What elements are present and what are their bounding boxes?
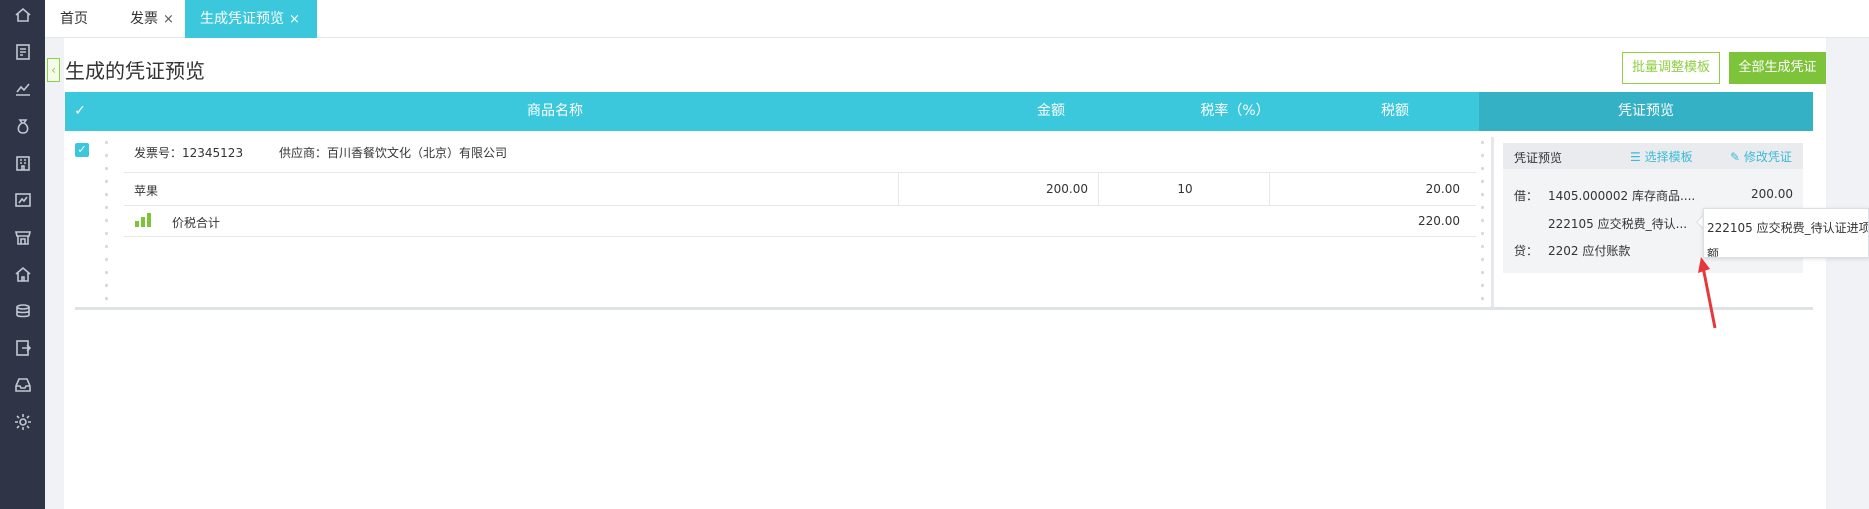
credit-label: 贷： [1514, 244, 1539, 258]
cell-divider [1098, 172, 1099, 205]
select-all-checkbox[interactable]: ✓ [65, 92, 95, 131]
column-header-name: 商品名称 [527, 103, 583, 119]
item-name: 苹果 [134, 184, 159, 198]
close-icon[interactable]: × [289, 1, 300, 39]
dotted-border-right [1480, 136, 1485, 304]
edit-icon: ✎ [1730, 150, 1741, 164]
invoice-number: 发票号：12345123 [134, 146, 244, 160]
money-bag-icon[interactable] [0, 111, 45, 141]
select-template-label: 选择模板 [1644, 150, 1693, 164]
close-icon[interactable]: × [163, 1, 174, 39]
total-label: 价税合计 [172, 216, 221, 230]
tooltip-line-1: 222105 应交税费_待认证进项税 [1707, 221, 1869, 235]
voucher-preview-title: 凭证预览 [1514, 151, 1563, 165]
left-nav-rail [0, 0, 45, 509]
coins-icon[interactable] [0, 296, 45, 326]
page-title: 生成的凭证预览 [65, 59, 205, 83]
tab-voucher-preview[interactable]: 生成凭证预览 × [185, 0, 317, 38]
item-tax: 20.00 [1425, 182, 1460, 196]
building-icon[interactable] [0, 148, 45, 178]
debit-label: 借： [1514, 189, 1539, 203]
voucher-account: 1405.000002 库存商品.... [1548, 189, 1696, 203]
cell-divider [898, 172, 899, 205]
generate-all-vouchers-button[interactable]: 全部生成凭证 [1729, 52, 1826, 84]
voucher-account[interactable]: 222105 应交税费_待认... [1548, 215, 1687, 232]
tab-label: 发票 [130, 11, 158, 27]
item-amount: 200.00 [1046, 182, 1088, 196]
row-divider [124, 205, 1476, 206]
account-tooltip: 222105 应交税费_待认证进项税 额 [1703, 208, 1869, 258]
dotted-border-left [104, 136, 109, 304]
store-icon[interactable] [0, 222, 45, 252]
column-divider [1491, 137, 1494, 307]
select-template-link[interactable]: ☰ 选择模板 [1630, 148, 1693, 165]
supplier-name: 供应商：百川香餐饮文化（北京）有限公司 [279, 146, 508, 160]
item-tax-rate: 10 [1177, 182, 1193, 196]
house-icon[interactable] [0, 259, 45, 289]
tab-label: 生成凭证预览 [200, 11, 284, 27]
bar-chart-icon [135, 213, 151, 227]
annotation-arrow-icon [1698, 257, 1717, 329]
list-icon: ☰ [1630, 150, 1641, 164]
row-divider [124, 172, 1476, 173]
total-value: 220.00 [1418, 214, 1460, 228]
section-divider [75, 307, 1813, 310]
column-header-tax-rate: 税率（%） [1200, 103, 1270, 119]
voucher-account: 2202 应付账款 [1548, 244, 1631, 258]
batch-adjust-template-button[interactable]: 批量调整模板 [1622, 52, 1720, 84]
edit-voucher-label: 修改凭证 [1743, 150, 1792, 164]
export-icon[interactable] [0, 333, 45, 363]
tab-label: 首页 [60, 11, 88, 27]
column-header-tax: 税额 [1381, 103, 1409, 119]
column-header-voucher-preview: 凭证预览 [1479, 92, 1813, 131]
analysis-icon[interactable] [0, 185, 45, 215]
voucher-amount: 200.00 [1751, 187, 1793, 201]
cell-divider [1269, 172, 1270, 205]
edit-voucher-link[interactable]: ✎ 修改凭证 [1730, 148, 1792, 165]
tab-home[interactable]: 首页 [45, 0, 98, 38]
inbox-icon[interactable] [0, 370, 45, 400]
report-icon[interactable] [0, 37, 45, 67]
invoice-checkbox[interactable]: ✓ [75, 143, 89, 157]
home-icon[interactable] [0, 0, 45, 30]
column-header-amount: 金额 [1037, 103, 1065, 119]
row-divider [124, 236, 1476, 237]
chart-icon[interactable] [0, 74, 45, 104]
back-button[interactable]: ‹ [47, 58, 60, 82]
table-header: ✓ 商品名称 金额 税率（%） 税额 [65, 92, 1479, 131]
settings-icon[interactable] [0, 407, 45, 437]
tab-invoice[interactable]: 发票 × [115, 0, 184, 38]
tab-bar: 首页 发票 × 生成凭证预览 × [45, 0, 1869, 38]
